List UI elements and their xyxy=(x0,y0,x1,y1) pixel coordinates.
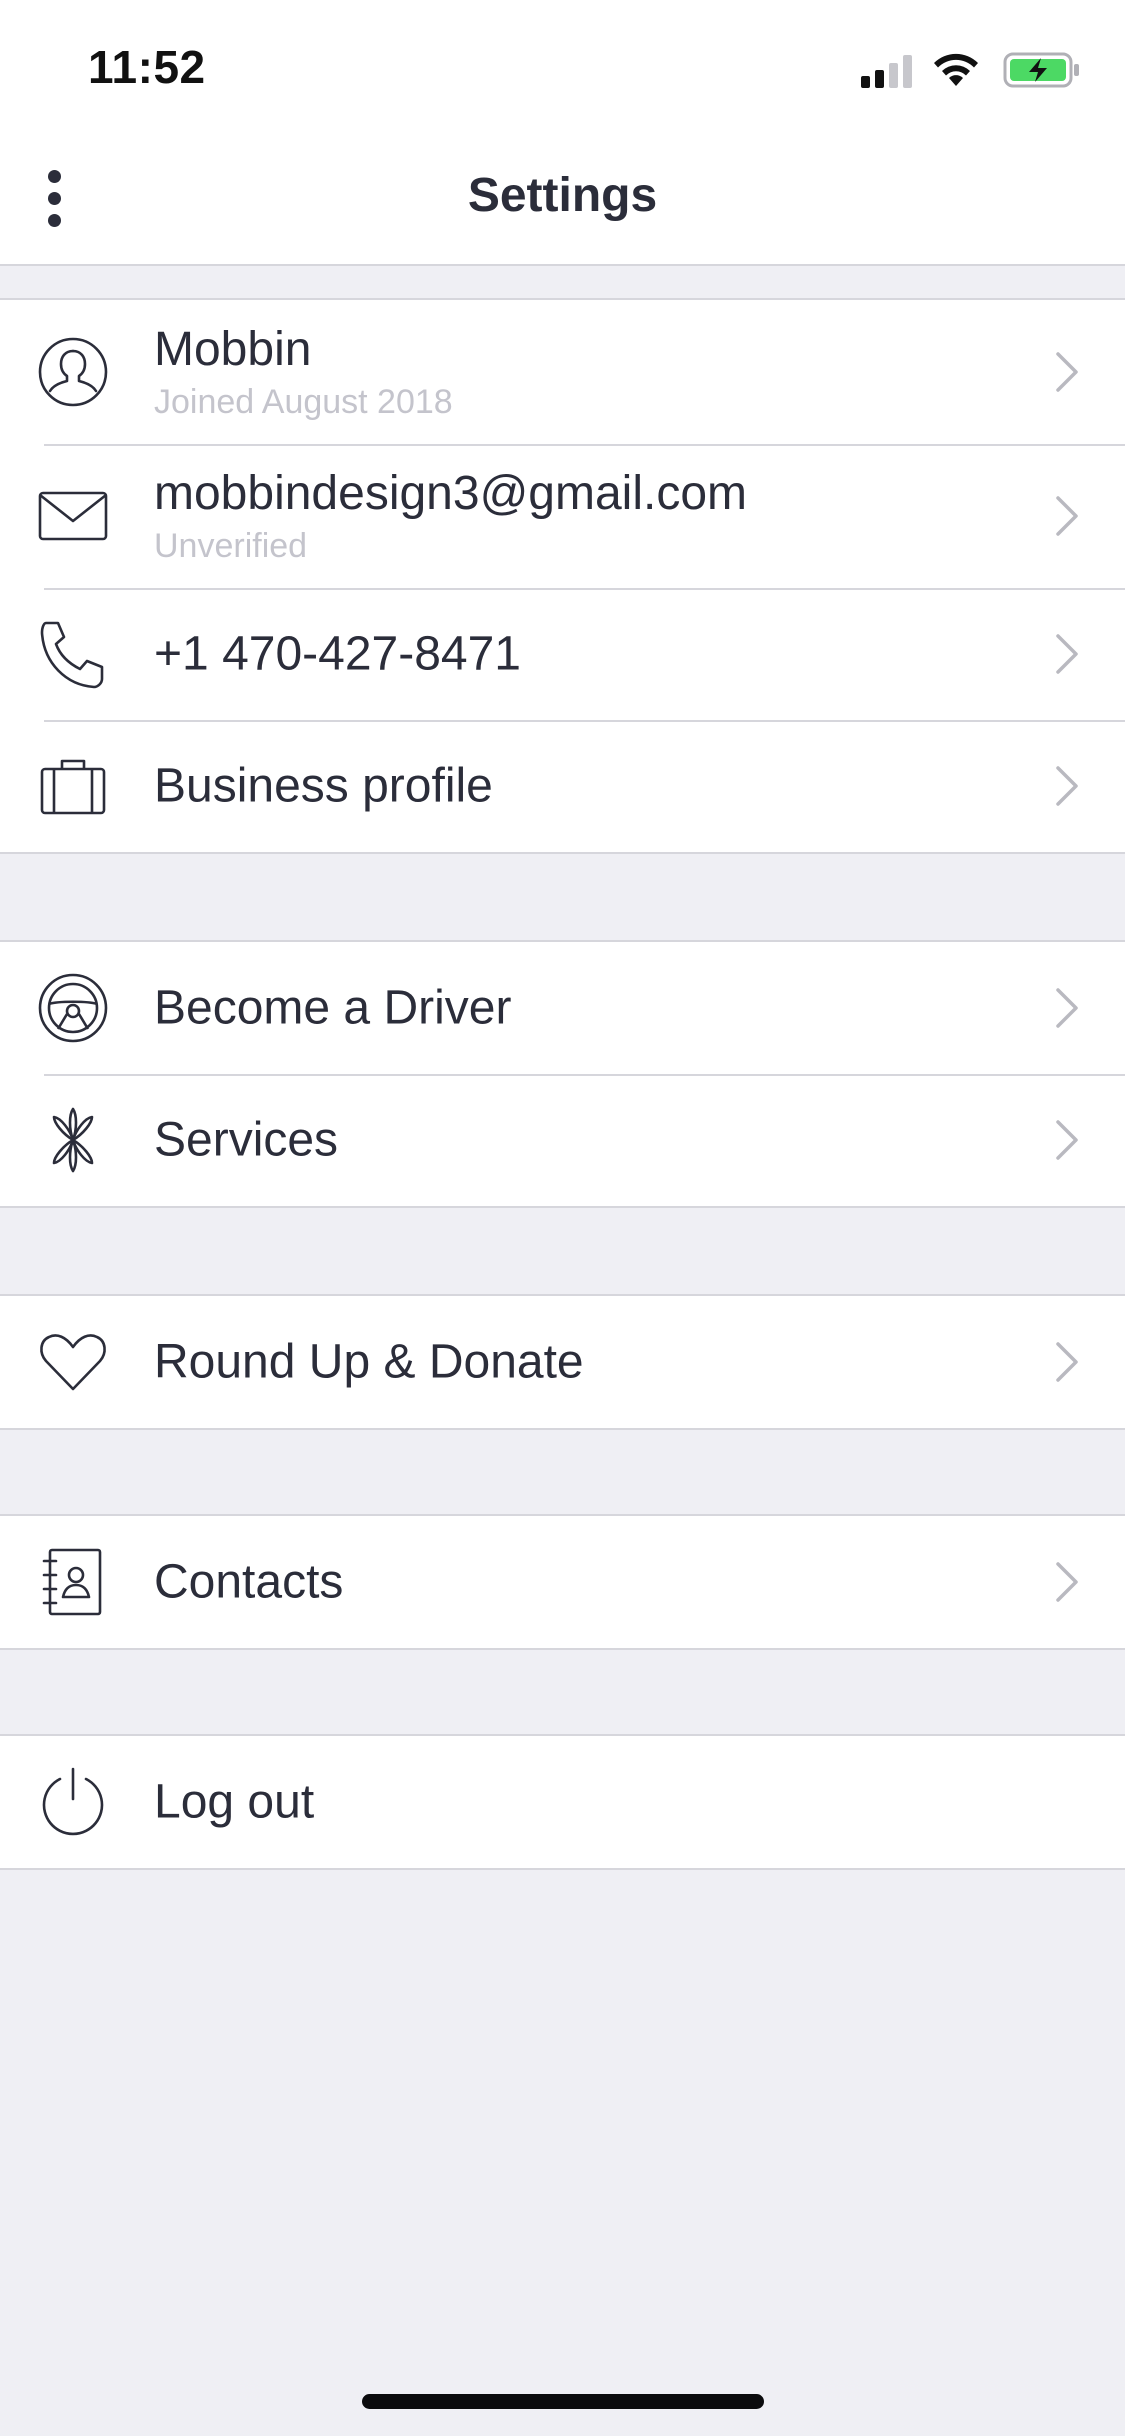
settings-row-become-driver[interactable]: Become a Driver xyxy=(0,942,1125,1074)
power-icon xyxy=(36,1765,110,1839)
wifi-icon xyxy=(931,50,981,88)
chevron-right-icon xyxy=(1053,632,1081,676)
email-text: mobbindesign3@gmail.com Unverified xyxy=(154,466,747,566)
settings-group-account: Mobbin Joined August 2018 mobbindesign3@… xyxy=(0,298,1125,854)
email-address: mobbindesign3@gmail.com xyxy=(154,467,748,520)
address-book-icon xyxy=(36,1545,110,1619)
settings-row-phone[interactable]: +1 470-427-8471 xyxy=(0,588,1125,720)
settings-row-contacts[interactable]: Contacts xyxy=(0,1516,1125,1648)
heart-icon xyxy=(36,1325,110,1399)
email-status: Unverified xyxy=(154,527,308,565)
chevron-right-icon xyxy=(1053,350,1081,394)
settings-row-business-profile[interactable]: Business profile xyxy=(0,720,1125,852)
settings-group-logout: Log out xyxy=(0,1734,1125,1870)
phone-number: +1 470-427-8471 xyxy=(154,627,521,681)
user-icon xyxy=(36,335,110,409)
chevron-right-icon xyxy=(1053,494,1081,538)
become-driver-label: Become a Driver xyxy=(154,981,512,1035)
profile-name: Mobbin xyxy=(154,323,312,376)
status-bar: 11:52 xyxy=(0,0,1125,132)
chevron-right-icon xyxy=(1053,986,1081,1030)
business-profile-label: Business profile xyxy=(154,759,493,813)
business-profile-text: Business profile xyxy=(154,759,493,814)
briefcase-icon xyxy=(36,749,110,823)
profile-joined-date: Joined August 2018 xyxy=(154,383,453,421)
round-up-donate-text: Round Up & Donate xyxy=(154,1335,584,1390)
phone-icon xyxy=(36,617,110,691)
asterisk-icon xyxy=(36,1103,110,1177)
battery-charging-icon xyxy=(1003,52,1081,88)
settings-group-contacts: Contacts xyxy=(0,1514,1125,1650)
settings-group-donate: Round Up & Donate xyxy=(0,1294,1125,1430)
chevron-right-icon xyxy=(1053,1340,1081,1384)
home-indicator[interactable] xyxy=(362,2394,764,2409)
settings-row-log-out[interactable]: Log out xyxy=(0,1736,1125,1868)
contacts-text: Contacts xyxy=(154,1555,343,1610)
log-out-text: Log out xyxy=(154,1775,314,1830)
steering-wheel-icon xyxy=(36,971,110,1045)
settings-group-driver: Become a Driver Services xyxy=(0,940,1125,1208)
settings-row-services[interactable]: Services xyxy=(0,1074,1125,1206)
page-title: Settings xyxy=(467,169,658,222)
settings-row-profile[interactable]: Mobbin Joined August 2018 xyxy=(0,300,1125,444)
nav-bar: Settings xyxy=(0,132,1125,266)
mail-icon xyxy=(36,479,110,553)
become-driver-text: Become a Driver xyxy=(154,981,511,1036)
chevron-right-icon xyxy=(1053,1118,1081,1162)
signal-icon xyxy=(861,54,915,88)
settings-row-email[interactable]: mobbindesign3@gmail.com Unverified xyxy=(0,444,1125,588)
round-up-donate-label: Round Up & Donate xyxy=(154,1335,584,1389)
services-label: Services xyxy=(154,1113,339,1167)
status-icons xyxy=(841,48,1081,90)
contacts-label: Contacts xyxy=(154,1555,344,1609)
settings-row-round-up-donate[interactable]: Round Up & Donate xyxy=(0,1296,1125,1428)
profile-text: Mobbin Joined August 2018 xyxy=(154,322,453,422)
chevron-right-icon xyxy=(1053,764,1081,808)
chevron-right-icon xyxy=(1053,1560,1081,1604)
phone-text: +1 470-427-8471 xyxy=(154,627,521,682)
status-time: 11:52 xyxy=(88,41,206,93)
services-text: Services xyxy=(154,1113,338,1168)
log-out-label: Log out xyxy=(154,1775,315,1829)
